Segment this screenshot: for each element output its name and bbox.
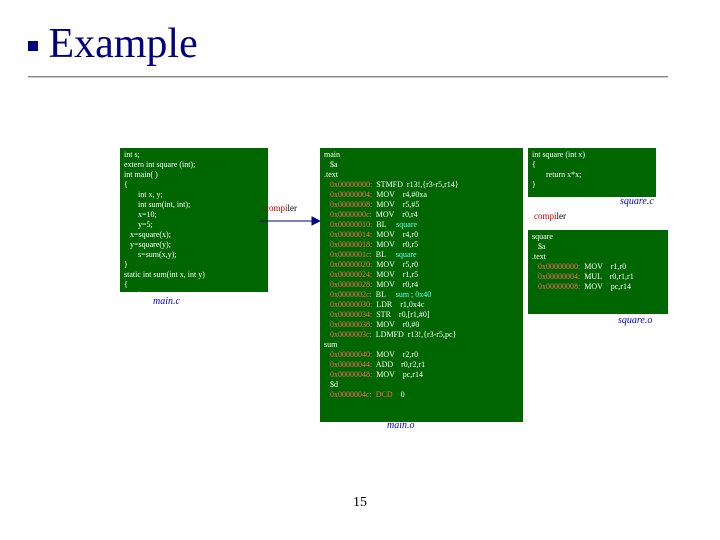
title-underline [28, 74, 668, 77]
compiler-label-1: compiler [265, 203, 297, 213]
slide: Example int s; extern int square (int); … [0, 0, 720, 540]
title-bar: Example [28, 20, 692, 90]
title-bullet-icon [28, 41, 38, 51]
assembly-square-o: square $a .text 0x00000000: MOV r1,r0 0x… [528, 230, 668, 314]
label-square-c: square.c [620, 196, 654, 207]
label-main-o: main.o [387, 420, 415, 431]
source-square-c: int square (int x) { return x*x; } [528, 148, 656, 197]
page-number: 15 [0, 495, 720, 511]
compiler-arrow-icon [260, 215, 320, 227]
slide-title: Example [48, 21, 197, 67]
code-text: int square (int x) { return x*x; } [532, 150, 585, 189]
label-square-o: square.o [618, 315, 652, 326]
label-main-c: main.c [153, 296, 180, 307]
source-main-c: int s; extern int square (int); int main… [120, 148, 268, 292]
assembly-main-o: main $a .text 0x00000000: STMFD r13!,{r3… [320, 148, 523, 422]
compiler-label-2: compiler [534, 211, 566, 221]
